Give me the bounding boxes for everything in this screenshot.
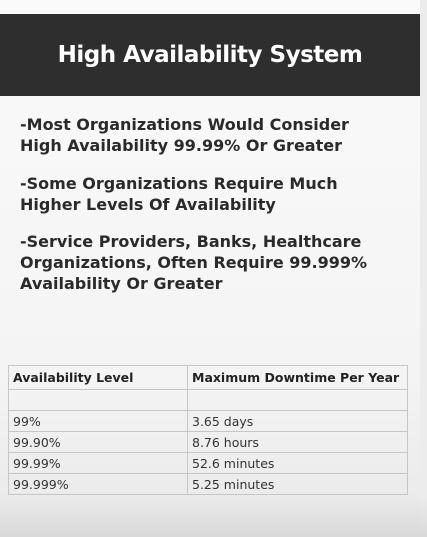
table-cell	[187, 389, 408, 411]
table-row: 99% 3.65 days	[8, 410, 408, 432]
table-row-empty	[8, 389, 408, 411]
slide-title: High Availability System	[57, 42, 363, 68]
bullet-line: Availability Or Greater	[20, 274, 223, 293]
table-row: 99.99% 52.6 minutes	[8, 452, 408, 474]
table-row: 99.999% 5.25 minutes	[8, 473, 408, 495]
availability-table: Availability Level Maximum Downtime Per …	[8, 365, 408, 495]
table-cell: 99%	[8, 410, 188, 432]
bullet-line: High Availability 99.99% Or Greater	[20, 136, 342, 155]
bullet-item: -Service Providers, Banks, Healthcare Or…	[10, 231, 420, 294]
table-cell: 99.99%	[8, 452, 188, 474]
column-header: Availability Level	[8, 365, 188, 390]
bullet-line: Organizations, Often Require 99.999%	[20, 253, 368, 272]
column-header: Maximum Downtime Per Year	[187, 365, 408, 390]
bullet-line: -Some Organizations Require Much	[20, 174, 338, 193]
bullet-line: -Service Providers, Banks, Healthcare	[20, 232, 362, 251]
table-cell: 5.25 minutes	[187, 473, 408, 495]
bullet-line: -Most Organizations Would Consider	[20, 115, 349, 134]
table-cell: 3.65 days	[187, 410, 408, 432]
table-cell: 99.90%	[8, 431, 188, 453]
bullet-item: -Some Organizations Require Much Higher …	[10, 173, 420, 215]
bullet-list: -Most Organizations Would Consider High …	[10, 114, 420, 294]
table-cell: 99.999%	[8, 473, 188, 495]
slide: High Availability System -Most Organizat…	[0, 0, 427, 537]
title-bar: High Availability System	[0, 14, 420, 96]
table-header-row: Availability Level Maximum Downtime Per …	[8, 365, 408, 390]
slide-edge	[420, 0, 427, 537]
bottom-shade	[0, 497, 427, 537]
bullet-item: -Most Organizations Would Consider High …	[10, 114, 420, 156]
table-cell	[8, 389, 188, 411]
bullet-line: Higher Levels Of Availability	[20, 195, 276, 214]
table-cell: 52.6 minutes	[187, 452, 408, 474]
table-cell: 8.76 hours	[187, 431, 408, 453]
table-row: 99.90% 8.76 hours	[8, 431, 408, 453]
